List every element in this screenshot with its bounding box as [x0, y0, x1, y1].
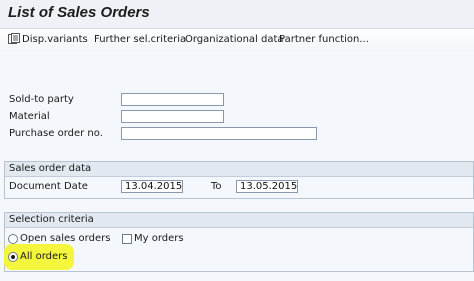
organizational-data-button[interactable]: Organizational data: [183, 29, 286, 51]
my-orders-checkbox[interactable]: [122, 234, 132, 244]
further-selection-criteria-button[interactable]: Further sel.criteria: [92, 29, 188, 51]
display-variants-label: Disp.variants: [22, 34, 88, 45]
variants-icon: [8, 32, 20, 44]
all-orders-label: All orders: [20, 251, 68, 262]
material-input[interactable]: [121, 110, 224, 123]
page-title: List of Sales Orders: [8, 4, 150, 21]
document-date-from-input[interactable]: 13.04.2015: [121, 180, 183, 193]
organizational-data-label: Organizational data: [185, 34, 284, 45]
open-sales-orders-radio[interactable]: [8, 234, 18, 244]
partner-function-button[interactable]: Partner function...: [277, 29, 371, 51]
my-orders-label: My orders: [134, 233, 184, 244]
purchase-order-label: Purchase order no.: [9, 128, 103, 139]
sold-to-party-label: Sold-to party: [9, 94, 74, 105]
display-variants-button[interactable]: Disp.variants: [6, 29, 90, 51]
purchase-order-input[interactable]: [121, 127, 317, 140]
document-date-label: Document Date: [9, 181, 88, 192]
to-label: To: [211, 181, 222, 192]
application-toolbar: Disp.variants Further sel.criteria Organ…: [0, 28, 474, 52]
material-label: Material: [9, 111, 50, 122]
document-date-to-input[interactable]: 13.05.2015: [236, 180, 298, 193]
further-selection-label: Further sel.criteria: [94, 34, 187, 45]
all-orders-radio[interactable]: [8, 252, 18, 262]
sold-to-party-input[interactable]: [121, 93, 224, 106]
open-sales-orders-label: Open sales orders: [20, 233, 111, 244]
partner-function-label: Partner function...: [279, 34, 369, 45]
title-bar: List of Sales Orders: [0, 0, 474, 28]
selection-criteria-header: Selection criteria: [5, 213, 473, 228]
sales-order-data-header: Sales order data: [5, 162, 473, 177]
